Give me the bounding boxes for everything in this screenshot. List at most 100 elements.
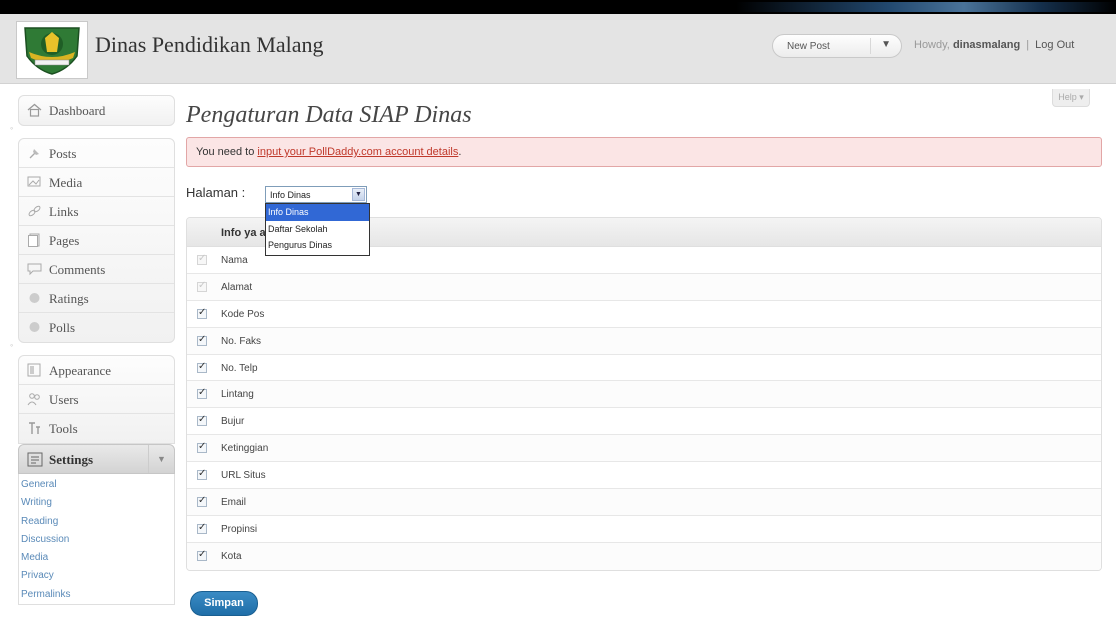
table-row: Email — [187, 489, 1101, 516]
sidebar-item-label: Users — [49, 392, 79, 407]
field-checkbox[interactable] — [197, 468, 207, 481]
field-checkbox[interactable] — [197, 414, 207, 427]
ratings-icon — [29, 293, 40, 303]
chevron-down-icon[interactable]: ▼ — [352, 188, 365, 201]
help-button[interactable]: Help ▾ — [1052, 89, 1090, 107]
sidebar-item-users[interactable]: Users — [19, 385, 174, 414]
sidebar-item-label: Dashboard — [49, 103, 106, 118]
field-label: Kota — [221, 550, 242, 562]
field-checkbox[interactable] — [197, 441, 207, 454]
sidebar-item-posts[interactable]: Posts — [19, 139, 174, 168]
table-row: Bujur — [187, 408, 1101, 436]
field-checkbox[interactable] — [197, 387, 207, 400]
tools-icon — [29, 422, 40, 434]
divider — [870, 38, 871, 54]
submenu-item-discussion[interactable]: Discussion — [19, 531, 174, 549]
sidebar-item-appearance[interactable]: Appearance — [19, 356, 174, 385]
notice-text: You need to — [196, 146, 255, 158]
settings-submenu: General Writing Reading Discussion Media… — [18, 474, 175, 606]
halaman-select[interactable]: Info Dinas ▼ — [265, 186, 367, 203]
submenu-item-privacy[interactable]: Privacy — [19, 567, 174, 585]
halaman-label: Halaman : — [186, 185, 246, 200]
field-label: Bujur — [221, 416, 245, 428]
field-checkbox[interactable] — [197, 334, 207, 346]
user-info: Howdy, dinasmalang | Log Out — [914, 39, 1074, 51]
site-title[interactable]: Dinas Pendidikan Malang — [95, 32, 324, 58]
settings-icon — [27, 452, 43, 467]
emblem-icon — [17, 22, 87, 78]
polldaddy-account-link[interactable]: input your PollDaddy.com account details — [257, 146, 458, 158]
page-icon — [28, 233, 40, 247]
option-info-dinas[interactable]: Info Dinas — [266, 204, 369, 221]
table-row: Ketinggian — [187, 435, 1101, 463]
menu-separator — [10, 340, 175, 355]
pin-icon — [29, 149, 39, 159]
menu-group-dashboard: Dashboard — [18, 95, 175, 126]
sidebar-item-label: Pages — [49, 233, 80, 248]
sidebar-item-label: Links — [49, 204, 79, 219]
field-checkbox[interactable] — [197, 495, 207, 508]
submenu-item-general[interactable]: General — [19, 476, 174, 494]
field-checkbox[interactable] — [197, 361, 207, 373]
field-checkbox — [197, 253, 207, 265]
error-notice: You need to input your PollDaddy.com acc… — [186, 137, 1102, 167]
new-post-dropdown[interactable]: New Post ▼ — [772, 34, 902, 58]
field-label: Alamat — [221, 281, 253, 293]
field-checkbox — [197, 280, 207, 292]
page-title: Pengaturan Data SIAP Dinas — [186, 102, 472, 128]
sidebar-item-label: Appearance — [49, 363, 112, 378]
field-checkbox[interactable] — [197, 549, 207, 561]
sidebar-item-label: Posts — [49, 146, 77, 161]
sidebar-item-media[interactable]: Media — [19, 168, 174, 197]
users-icon — [27, 393, 40, 406]
field-label: URL Situs — [221, 470, 266, 482]
table-row: Propinsi — [187, 515, 1101, 543]
save-button[interactable]: Simpan — [190, 591, 258, 616]
media-icon — [27, 176, 41, 187]
chevron-down-icon[interactable]: ▼ — [148, 445, 174, 473]
fields-table: Info ya an NamaAlamatKode PosNo. FaksNo.… — [186, 217, 1102, 571]
top-strip — [0, 0, 1116, 14]
table-row: Alamat — [187, 273, 1101, 301]
admin-sidebar: Dashboard Posts Media Links — [10, 95, 175, 606]
sidebar-item-ratings[interactable]: Ratings — [19, 284, 174, 313]
field-label: No. Telp — [221, 362, 258, 374]
table-row: Kode Pos — [187, 300, 1101, 328]
table-row: No. Telp — [187, 354, 1101, 382]
sidebar-item-settings[interactable]: Settings ▼ — [18, 444, 175, 474]
logout-link[interactable]: Log Out — [1035, 39, 1074, 51]
sidebar-item-comments[interactable]: Comments — [19, 255, 174, 284]
chevron-down-icon[interactable]: ▼ — [881, 39, 891, 50]
table-body: Nama Alamat Kode Pos No. Faks No. Telp Lintan… — [187, 247, 1101, 570]
field-label: Nama — [221, 255, 248, 266]
sidebar-item-label: Media — [49, 175, 83, 190]
field-label: Propinsi — [221, 523, 258, 535]
table-row: URL Situs — [187, 462, 1101, 490]
sidebar-item-dashboard[interactable]: Dashboard — [19, 96, 174, 125]
field-checkbox[interactable] — [197, 307, 207, 319]
sidebar-item-label: Comments — [49, 262, 106, 277]
admin-header: Dinas Pendidikan Malang New Post ▼ Howdy… — [0, 14, 1116, 84]
sidebar-item-polls[interactable]: Polls — [19, 313, 174, 342]
sidebar-item-pages[interactable]: Pages — [19, 226, 174, 255]
comment-icon — [27, 263, 42, 276]
howdy-text: Howdy, — [914, 39, 950, 51]
username-link[interactable]: dinasmalang — [953, 39, 1020, 51]
select-value: Info Dinas — [270, 190, 311, 200]
sidebar-item-tools[interactable]: Tools — [19, 414, 174, 443]
option-daftar-sekolah[interactable]: Daftar Sekolah — [266, 221, 369, 238]
site-logo — [16, 21, 88, 79]
field-label: Lintang — [221, 389, 254, 401]
submenu-item-writing[interactable]: Writing — [19, 494, 174, 512]
home-icon — [27, 103, 42, 117]
submenu-item-permalinks[interactable]: Permalinks — [19, 586, 174, 604]
field-checkbox[interactable] — [197, 522, 207, 534]
appearance-icon — [27, 363, 41, 377]
sidebar-item-links[interactable]: Links — [19, 197, 174, 226]
separator: | — [1026, 39, 1030, 51]
polls-icon — [29, 322, 40, 332]
option-pengurus-dinas[interactable]: Pengurus Dinas — [266, 237, 369, 254]
submenu-item-media[interactable]: Media — [19, 549, 174, 567]
table-row: Lintang — [187, 381, 1101, 409]
submenu-item-reading[interactable]: Reading — [19, 513, 174, 531]
